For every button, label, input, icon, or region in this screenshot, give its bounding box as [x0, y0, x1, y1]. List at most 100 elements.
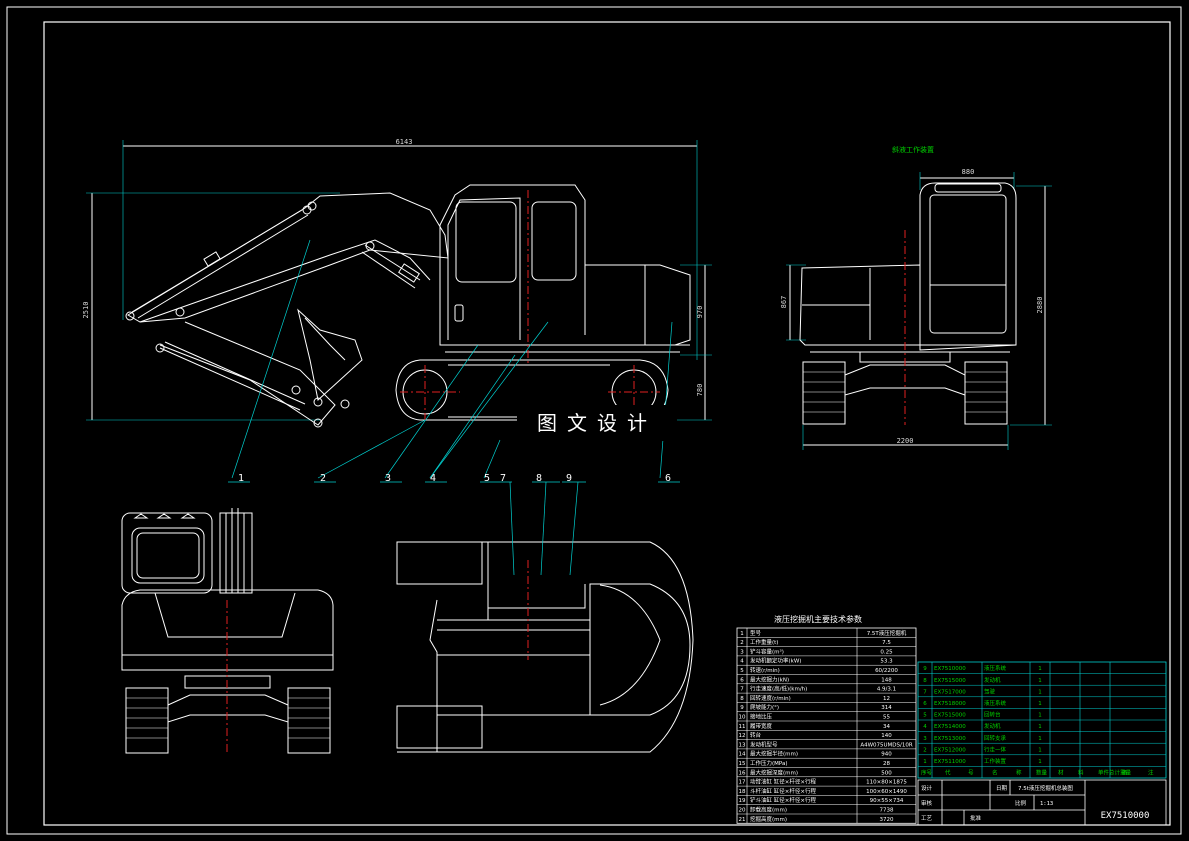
callout-4: 4: [430, 473, 436, 484]
bom-cell: 发动机: [984, 676, 1001, 684]
callout-2: 2: [320, 473, 326, 484]
bom-cell: 驾驶: [984, 687, 996, 695]
params-cell: 53.3: [880, 659, 893, 665]
params-cell: 3: [740, 649, 744, 655]
params-cell: 15: [739, 761, 746, 767]
tb-design: 设计: [921, 784, 933, 792]
bom-cell: EX7512000: [934, 747, 966, 753]
bom-cell: EX7510000: [934, 666, 966, 672]
dim-body-height: 970: [696, 306, 704, 319]
bom-header-cell: 名: [992, 769, 998, 777]
dim-overall-height: 2510: [82, 302, 90, 319]
dim-side-width-top: 880: [962, 168, 975, 176]
params-cell: 转台: [750, 731, 762, 739]
bom-cell: 8: [923, 678, 927, 684]
params-table: 1 型号 7.5T液压挖掘机 2 工作重量(t) 7.5 3 铲斗容量(m³) 0.25 4 发动机…: [736, 627, 917, 824]
bom-header-cell: 代: [945, 769, 951, 777]
params-cell: 148: [881, 677, 892, 683]
params-cell: 最大挖掘力(kN): [750, 675, 789, 683]
bom-cell: 工作装置: [984, 757, 1007, 765]
params-cell: 940: [881, 752, 892, 758]
bom-header-cell: 序号: [921, 769, 933, 777]
bom-cell: 1: [1038, 666, 1042, 672]
params-cell: A4W075UMDS/10R: [860, 742, 913, 748]
bom-header-cell: 料: [1078, 769, 1084, 777]
params-title: 液压挖掘机主要技术参数: [774, 614, 862, 624]
tb-approve: 批准: [970, 814, 982, 822]
params-cell: 100×60×1490: [866, 789, 907, 795]
bom-header-cell: 数量: [1036, 769, 1048, 777]
params-cell: 爬坡能力(°): [750, 703, 779, 711]
params-cell: 工作压力(MPa): [750, 759, 787, 767]
params-cell: 回转速度(r/min): [750, 694, 791, 702]
bom-header-cell: 材: [1058, 769, 1064, 777]
params-cell: 6: [740, 677, 744, 683]
params-cell: 铲斗油缸 缸径×杆径×行程: [750, 796, 816, 804]
bom-cell: 1: [1038, 747, 1042, 753]
params-cell: 接地比压: [750, 713, 773, 721]
bom-cell: 1: [1038, 701, 1042, 707]
params-cell: 18: [739, 789, 746, 795]
bom-cell: 1: [1038, 713, 1042, 719]
callout-1: 1: [238, 473, 244, 484]
watermark: 图文设计: [517, 405, 677, 441]
params-cell: 2: [740, 640, 744, 646]
params-cell: 9: [740, 705, 744, 711]
params-cell: 8: [740, 696, 744, 702]
params-cell: 314: [881, 705, 892, 711]
params-cell: 7.5: [882, 640, 891, 646]
params-cell: 12: [739, 733, 746, 739]
bom-cell: EX7517000: [934, 689, 966, 695]
params-cell: 卸载高度(mm): [750, 806, 787, 814]
params-cell: 28: [883, 761, 890, 767]
params-cell: 转速(r/min): [750, 666, 780, 674]
tb-check: 审核: [921, 799, 933, 807]
bom-cell: 液压系统: [984, 699, 1007, 707]
bom-cell: 发动机: [984, 722, 1001, 730]
bom-cell: 1: [1038, 759, 1042, 765]
tb-code: EX7510000: [1101, 811, 1150, 821]
excavator-front-view: [786, 172, 1052, 450]
bom-cell: 1: [1038, 724, 1042, 730]
params-cell: 34: [883, 724, 890, 730]
params-cell: 21: [739, 817, 746, 823]
dim-overall-length: 6143: [396, 138, 413, 146]
bom-cell: 6: [923, 701, 927, 707]
bom-header-cell: 备: [1122, 769, 1128, 777]
params-cell: 60/2200: [875, 668, 898, 674]
params-cell: 5: [740, 668, 744, 674]
callout-7: 7: [500, 473, 506, 484]
excavator-top-view: [396, 481, 694, 753]
bom-cell: 行走一体: [984, 745, 1007, 753]
tb-craft: 工艺: [921, 815, 933, 822]
params-cell: 履带宽度: [750, 722, 773, 730]
params-cell: 140: [881, 733, 892, 739]
params-cell: 10: [739, 715, 746, 721]
callout-labels: 1 2 3 4 5 7 8 9 6: [238, 473, 671, 484]
params-cell: 铲斗容量(m³): [750, 647, 784, 655]
excavator-rear-view: [121, 508, 334, 755]
params-cell: 斗杆油缸 缸径×杆径×行程: [750, 787, 816, 795]
bom-cell: 3: [923, 736, 927, 742]
params-cell: 型号: [750, 629, 762, 637]
bom-header-cell: 号: [968, 770, 974, 777]
side-view-title: 斜液工作装置: [892, 145, 934, 154]
callout-5: 5: [484, 473, 490, 484]
params-cell: 110×80×1875: [866, 780, 907, 786]
bom-cell: 1: [923, 759, 927, 765]
bom-cell: 回转台: [984, 711, 1001, 719]
bom-cell: 1: [1038, 689, 1042, 695]
params-cell: 7: [740, 687, 744, 693]
bom-header-cell: 称: [1016, 769, 1022, 777]
params-cell: 发动机型号: [750, 740, 778, 748]
bom-cell: EX7511000: [934, 759, 966, 765]
params-cell: 3720: [880, 817, 894, 823]
bom-cell: 液压系统: [984, 664, 1007, 672]
bom-cell: 1: [1038, 736, 1042, 742]
params-cell: 14: [739, 752, 746, 758]
params-cell: 55: [883, 715, 890, 721]
params-cell: 16: [739, 770, 746, 776]
params-cell: 最大挖掘半径(mm): [750, 750, 798, 758]
tb-date: 日期: [996, 785, 1008, 792]
callout-6: 6: [665, 473, 671, 484]
